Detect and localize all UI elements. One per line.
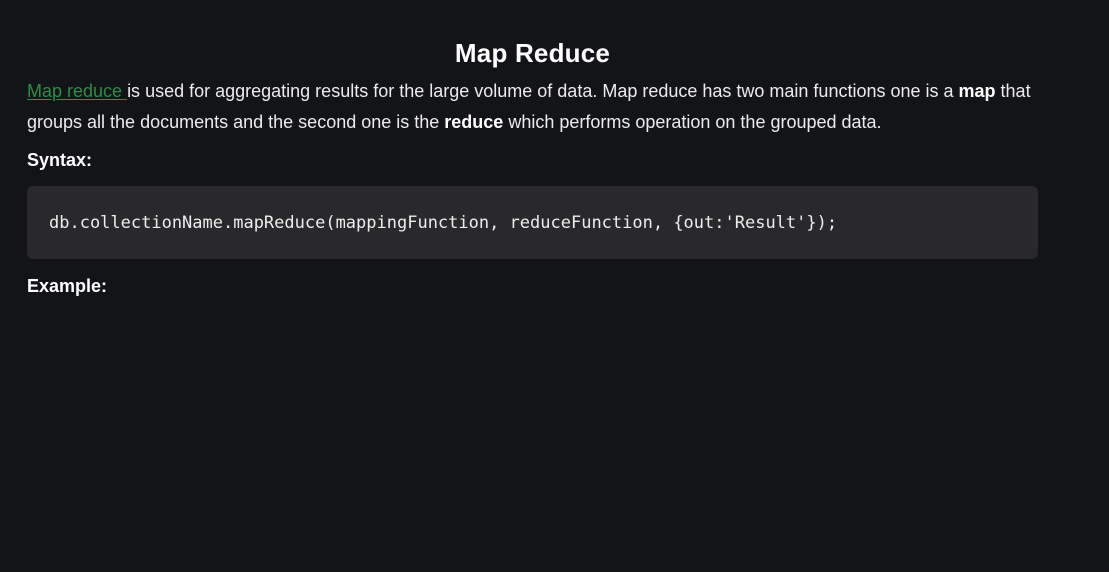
example-heading: Example: [27, 276, 108, 296]
syntax-code-block[interactable]: db.collectionName.mapReduce(mappingFunct… [27, 186, 1038, 259]
map-reduce-link[interactable]: Map reduce [27, 81, 127, 101]
bold-map: map [958, 81, 996, 101]
intro-text-1: is used for aggregating results for the … [127, 81, 959, 101]
syntax-heading: Syntax: [27, 150, 93, 170]
page-title: Map Reduce [454, 38, 611, 68]
intro-paragraph: Map reduce is used for aggregating resul… [27, 76, 1038, 138]
intro-text-3: which performs operation on the grouped … [503, 112, 882, 132]
bold-reduce: reduce [444, 112, 504, 132]
article-page: Map Reduce Map reduce is used for aggreg… [0, 0, 1109, 572]
syntax-code[interactable]: db.collectionName.mapReduce(mappingFunct… [49, 213, 837, 233]
